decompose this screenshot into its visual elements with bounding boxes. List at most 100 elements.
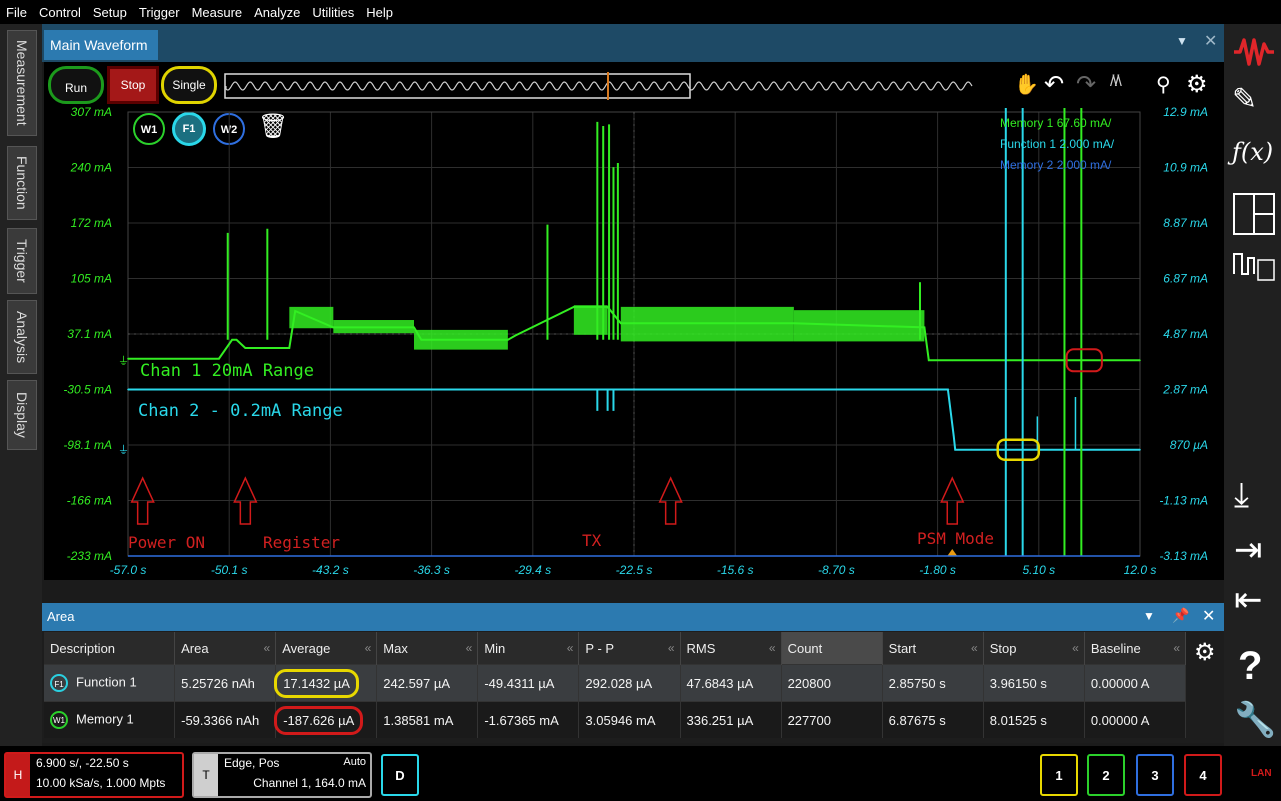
tab-trigger[interactable]: Trigger [7, 228, 37, 294]
chan1-ground-marker[interactable]: ⏚ [118, 354, 129, 367]
annotation-power-on: Power ON [128, 533, 206, 552]
annotation-register: Register [263, 533, 341, 552]
channel-4-button[interactable]: 4 [1184, 754, 1222, 796]
y-left-tick-label: 172 mA [71, 216, 112, 230]
channel-3-button[interactable]: 3 [1136, 754, 1174, 796]
brand-logo-icon [1234, 38, 1274, 66]
h-label: H [6, 754, 30, 796]
menu-trigger[interactable]: Trigger [133, 5, 186, 20]
row-tag-w1: W1 [50, 711, 68, 729]
settings-gear-icon[interactable]: ⚙ [1186, 70, 1208, 99]
col-count[interactable]: Count [781, 632, 883, 665]
series-point-2 [954, 448, 956, 451]
cell-stop: 8.01525 s [983, 701, 1085, 738]
annotation-chan1: Chan 1 20mA Range [140, 361, 314, 381]
cell-desc: F1 Function 1 [44, 664, 176, 702]
area-close-icon[interactable]: ✕ [1202, 606, 1215, 626]
horizontal-settings[interactable]: H 6.900 s/, -22.50 s 10.00 kSa/s, 1.000 … [4, 752, 184, 798]
window-dropdown-icon[interactable]: ▼ [1176, 34, 1188, 48]
pan-hand-icon[interactable]: ✋ [1014, 72, 1039, 97]
y-left-tick-label: -233 mA [67, 549, 112, 563]
x-tick-label: -22.5 s [616, 563, 653, 577]
lan-indicator: LAN [1251, 768, 1272, 779]
x-tick-label: 12.0 s [1124, 563, 1157, 577]
col-description[interactable]: Description [44, 632, 176, 665]
x-tick-label: -36.3 s [413, 563, 450, 577]
waveform-window-title[interactable]: Main Waveform [44, 30, 158, 60]
undo-icon[interactable]: ↶ [1044, 70, 1064, 99]
chan2-ground-marker[interactable]: ⏚ [118, 444, 129, 457]
function-fx-icon[interactable]: ƒ(x) [1232, 138, 1273, 166]
x-tick-label: -8.70 s [818, 563, 855, 577]
cell-min: -49.4311 µA [477, 664, 580, 702]
col-start[interactable]: Start « [882, 632, 984, 665]
col-area[interactable]: Area « [174, 632, 277, 665]
channel-2-button[interactable]: 2 [1087, 754, 1125, 796]
y-right-tick-label: 8.87 mA [1163, 216, 1208, 230]
tab-function[interactable]: Function [7, 146, 37, 220]
cell-min: -1.67365 mA [477, 701, 580, 738]
save-icon[interactable]: ⤓ [1234, 476, 1249, 515]
tab-analysis-label: Analysis [14, 310, 30, 364]
redo-icon[interactable]: ↷ [1076, 70, 1096, 99]
cell-max: 242.597 µA [376, 664, 479, 702]
cell-average: 17.1432 µA [274, 664, 378, 702]
activity-band [414, 329, 508, 350]
trigger-position-marker[interactable] [947, 549, 958, 556]
y-right-tick-label: -3.13 mA [1159, 549, 1208, 563]
h-line1: 6.900 s/, -22.50 s [36, 756, 129, 770]
tab-display[interactable]: Display [7, 380, 37, 450]
menu-file[interactable]: File [0, 5, 33, 20]
menu-utilities[interactable]: Utilities [306, 5, 360, 20]
export-icon[interactable]: ⇤ [1234, 580, 1263, 620]
legend-mem1-name: Memory 1 [1000, 116, 1054, 130]
timeline-overview[interactable] [224, 72, 974, 100]
autoscale-icon[interactable]: /\/\ [1110, 73, 1122, 91]
single-button[interactable]: Single [161, 66, 217, 104]
channel-1-button[interactable]: 1 [1040, 754, 1078, 796]
t-label: T [194, 754, 218, 796]
col-pp[interactable]: P - P « [578, 632, 681, 665]
window-close-icon[interactable]: ✕ [1204, 31, 1217, 51]
activity-band [793, 310, 925, 342]
tab-measurement[interactable]: Measurement [7, 30, 37, 136]
layout-split-icon[interactable] [1232, 192, 1276, 236]
menu-control[interactable]: Control [33, 5, 87, 20]
table-row[interactable]: W1 Memory 1 -59.3366 nAh -187.626 µA 1.38… [44, 701, 1187, 738]
series-point-2 [970, 448, 973, 451]
import-icon[interactable]: ⇥ [1234, 530, 1263, 570]
col-stop[interactable]: Stop « [983, 632, 1085, 665]
cell-pp: 292.028 µA [578, 664, 681, 702]
cell-count: 227700 [781, 701, 883, 738]
stop-button[interactable]: Stop [107, 66, 159, 104]
tab-analysis[interactable]: Analysis [7, 300, 37, 374]
series-point-2 [1139, 448, 1141, 451]
y-left-tick-label: 105 mA [71, 272, 112, 286]
menu-measure[interactable]: Measure [186, 5, 249, 20]
wrench-icon[interactable]: 🔧 [1234, 700, 1276, 740]
marker-pin-icon[interactable]: ⚲ [1156, 72, 1171, 97]
trigger-settings[interactable]: T Edge, Pos Auto Channel 1, 164.0 mA [192, 752, 372, 798]
y-right-tick-label: 870 µA [1170, 438, 1208, 452]
area-settings-gear-icon[interactable]: ⚙ [1194, 638, 1216, 667]
probe-icon[interactable]: ✎ [1232, 82, 1257, 117]
menu-analyze[interactable]: Analyze [248, 5, 306, 20]
col-baseline[interactable]: Baseline « [1084, 632, 1187, 665]
table-row[interactable]: F1 Function 1 5.25726 nAh 17.1432 µA 242.… [44, 664, 1187, 702]
digital-bus-icon[interactable] [1232, 244, 1276, 284]
series-point-1 [244, 347, 247, 349]
digital-button[interactable]: D [381, 754, 419, 796]
legend-mem2-name: Memory 2 [1000, 158, 1054, 172]
area-pin-icon[interactable]: 📌 [1172, 607, 1189, 624]
col-min[interactable]: Min « [477, 632, 580, 665]
col-average[interactable]: Average « [275, 632, 378, 665]
menu-help[interactable]: Help [360, 5, 399, 20]
area-dropdown-icon[interactable]: ▼ [1143, 609, 1155, 623]
col-max[interactable]: Max « [376, 632, 479, 665]
col-rms[interactable]: RMS « [680, 632, 782, 665]
menu-setup[interactable]: Setup [87, 5, 133, 20]
series-point-2 [947, 388, 949, 391]
series-point-1 [951, 359, 954, 362]
help-icon[interactable]: ? [1238, 644, 1262, 689]
run-button[interactable]: Run [48, 66, 104, 104]
